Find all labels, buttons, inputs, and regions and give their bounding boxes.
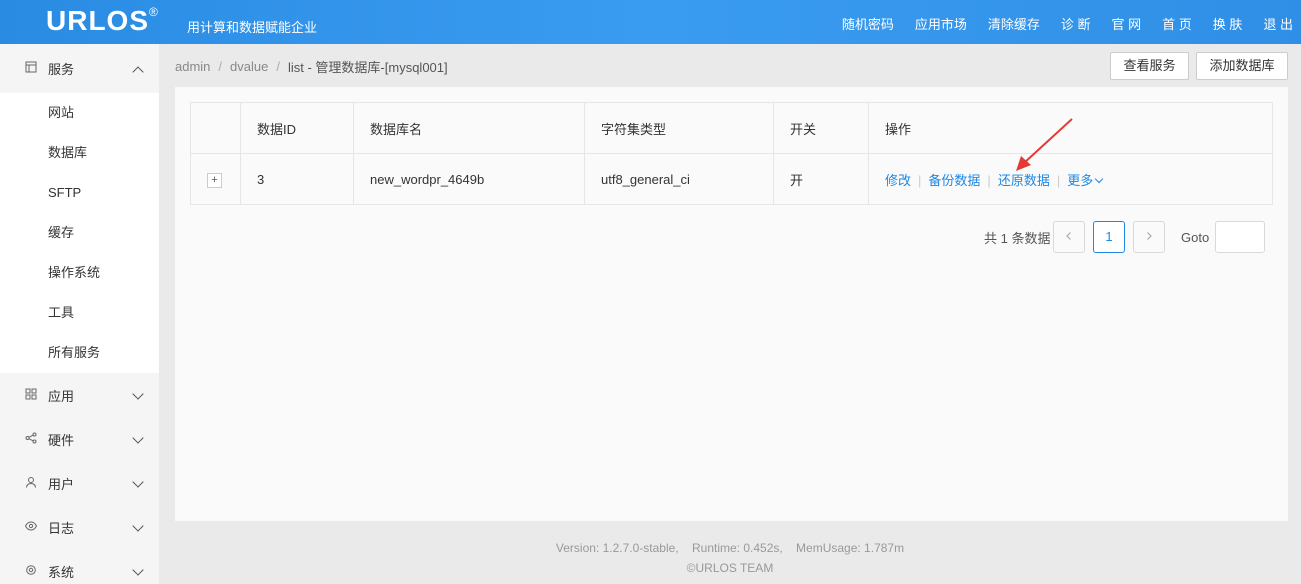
- breadcrumb-item-dvalue[interactable]: dvalue: [230, 59, 268, 74]
- cell-name: new_wordpr_4649b: [353, 153, 585, 205]
- footer: Version: 1.2.7.0-stable, Runtime: 0.452s…: [159, 538, 1301, 578]
- footer-copyright: ©URLOS TEAM: [686, 561, 774, 575]
- chevron-down-icon: [132, 432, 144, 444]
- nav-diagnose[interactable]: 诊 断: [1061, 14, 1091, 33]
- slogan: 用计算和数据赋能企业: [187, 20, 318, 35]
- apps-icon: [24, 388, 38, 403]
- nav-skin[interactable]: 换 肤: [1213, 14, 1243, 33]
- sidebar-group-label: 硬件: [48, 432, 75, 448]
- nav-random-password[interactable]: 随机密码: [842, 14, 894, 33]
- sidebar-item-all-services[interactable]: 所有服务: [0, 333, 159, 373]
- sidebar-group-hardware[interactable]: 硬件: [0, 417, 159, 461]
- pagination-prev-button[interactable]: [1053, 221, 1085, 253]
- sidebar-group-logs[interactable]: 日志: [0, 505, 159, 549]
- sidebar-group-users[interactable]: 用户: [0, 461, 159, 505]
- action-divider: |: [918, 172, 922, 188]
- column-header-switch: 开关: [773, 102, 869, 154]
- cell-expand: +: [190, 153, 241, 205]
- column-header-expand: [190, 102, 241, 154]
- chevron-down-icon: [132, 564, 144, 576]
- column-header-name: 数据库名: [353, 102, 585, 154]
- edit-link[interactable]: 修改: [885, 173, 911, 188]
- pagination-page-1[interactable]: 1: [1093, 221, 1125, 253]
- breadcrumb: admin / dvalue / list - 管理数据库-[mysql001]: [175, 52, 448, 80]
- view-services-button[interactable]: 查看服务: [1110, 52, 1189, 80]
- logo[interactable]: URLOS®: [46, 5, 159, 37]
- top-header: URLOS® 用计算和数据赋能企业 随机密码 应用市场 清除缓存 诊 断 官 网…: [0, 0, 1301, 44]
- breadcrumb-item-admin[interactable]: admin: [175, 59, 210, 74]
- add-database-button[interactable]: 添加数据库: [1196, 52, 1288, 80]
- sidebar-item-database[interactable]: 数据库: [0, 133, 159, 173]
- sidebar-item-cache[interactable]: 缓存: [0, 213, 159, 253]
- top-nav: 随机密码 应用市场 清除缓存 诊 断 官 网 首 页 换 肤 退 出: [821, 14, 1293, 33]
- sidebar-group-system[interactable]: 系统: [0, 549, 159, 584]
- nav-home[interactable]: 首 页: [1162, 14, 1192, 33]
- pagination-next-button[interactable]: [1133, 221, 1165, 253]
- sidebar-item-os[interactable]: 操作系统: [0, 253, 159, 293]
- cell-switch: 开: [773, 153, 869, 205]
- cell-charset: utf8_general_ci: [584, 153, 774, 205]
- chevron-down-icon: [132, 476, 144, 488]
- column-header-id: 数据ID: [240, 102, 354, 154]
- table-row: + 3 new_wordpr_4649b utf8_general_ci 开 修…: [190, 153, 1273, 205]
- sidebar-submenu-services: 网站 数据库 SFTP 缓存 操作系统 工具 所有服务: [0, 93, 159, 373]
- footer-version: Version: 1.2.7.0-stable, Runtime: 0.452s…: [555, 541, 905, 555]
- annotation-arrow: [1016, 118, 1073, 171]
- cell-id: 3: [240, 153, 354, 205]
- main-panel: 数据ID 数据库名 字符集类型 开关 操作 + 3 new_wordpr_464…: [175, 87, 1288, 521]
- chevron-right-icon: [1147, 232, 1152, 240]
- sidebar-group-label: 应用: [48, 388, 75, 404]
- chevron-up-icon: [132, 65, 144, 78]
- nav-app-market[interactable]: 应用市场: [915, 14, 967, 33]
- user-icon: [24, 476, 38, 491]
- breadcrumb-current: list - 管理数据库-[mysql001]: [287, 59, 448, 75]
- chevron-down-icon: [1094, 174, 1104, 183]
- gear-icon: [24, 564, 38, 579]
- sidebar-group-label: 系统: [48, 564, 75, 580]
- breadcrumb-separator: /: [218, 58, 223, 74]
- sidebar-group-services[interactable]: 服务: [0, 44, 159, 93]
- nav-official-site[interactable]: 官 网: [1112, 14, 1142, 33]
- nav-clear-cache[interactable]: 清除缓存: [988, 14, 1040, 33]
- column-header-charset: 字符集类型: [584, 102, 774, 154]
- sidebar: 服务 网站 数据库 SFTP 缓存 操作系统 工具 所有服务 应用 硬件 用户 …: [0, 44, 159, 584]
- goto-input[interactable]: [1215, 221, 1265, 253]
- expand-row-button[interactable]: +: [207, 172, 222, 188]
- sidebar-item-tools[interactable]: 工具: [0, 293, 159, 333]
- breadcrumb-separator: /: [276, 58, 280, 74]
- backup-link[interactable]: 备份数据: [928, 173, 980, 188]
- chevron-left-icon: [1066, 232, 1071, 240]
- database-table: 数据ID 数据库名 字符集类型 开关 操作 + 3 new_wordpr_464…: [190, 102, 1273, 205]
- pagination-total: 共 1 条数据: [984, 231, 1051, 246]
- eye-icon: [24, 520, 38, 535]
- sidebar-group-label: 日志: [48, 520, 75, 536]
- chevron-down-icon: [132, 520, 144, 532]
- chevron-down-icon: [132, 388, 144, 400]
- sidebar-item-website[interactable]: 网站: [0, 93, 159, 133]
- table-header-row: 数据ID 数据库名 字符集类型 开关 操作: [190, 102, 1273, 154]
- sidebar-group-label: 用户: [48, 476, 75, 492]
- sidebar-item-sftp[interactable]: SFTP: [0, 173, 159, 213]
- action-divider: |: [987, 172, 991, 188]
- grid-icon: [24, 61, 38, 76]
- sidebar-group-label: 服务: [48, 62, 75, 77]
- sidebar-group-apps[interactable]: 应用: [0, 373, 159, 417]
- nav-logout[interactable]: 退 出: [1263, 14, 1293, 33]
- goto-label: Goto: [1181, 230, 1210, 245]
- share-icon: [24, 432, 38, 447]
